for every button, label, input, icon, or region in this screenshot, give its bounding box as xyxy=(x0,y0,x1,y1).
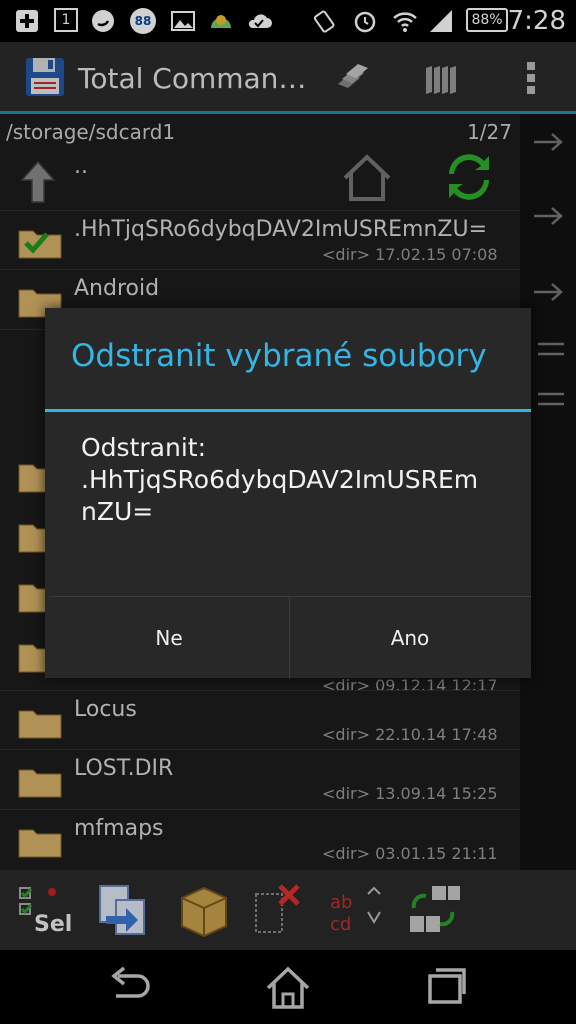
dialog-title: Odstranit vybrané soubory xyxy=(71,338,487,374)
dialog-message-line: Odstranit: xyxy=(81,433,206,462)
dialog-button-bar: Ne Ano xyxy=(49,596,531,679)
no-button[interactable]: Ne xyxy=(49,597,289,679)
yes-button[interactable]: Ano xyxy=(290,597,530,679)
dialog-message-line: nZU= xyxy=(81,497,154,526)
dialog-message: Odstranit: .HhTjqSRo6dybqDAV2ImUSREm nZU… xyxy=(81,432,521,528)
delete-confirm-dialog: Odstranit vybrané soubory Odstranit: .Hh… xyxy=(45,308,531,679)
dialog-title-divider xyxy=(45,409,531,412)
dialog-message-line: .HhTjqSRo6dybqDAV2ImUSREm xyxy=(81,465,479,494)
